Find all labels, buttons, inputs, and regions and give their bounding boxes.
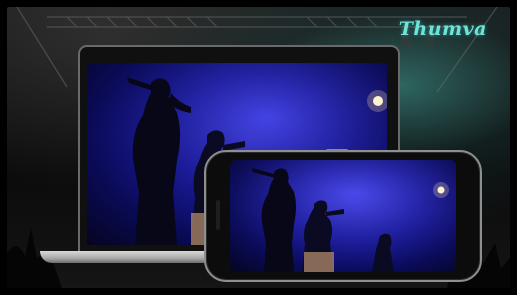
singer-silhouette-icon <box>230 160 456 272</box>
phone-screen <box>230 160 456 272</box>
promo-banner: Thumva <box>0 0 517 295</box>
phone-mockup <box>204 149 482 282</box>
phone-button <box>326 149 348 152</box>
phone-speaker <box>216 200 220 230</box>
thumva-logo: Thumva <box>398 18 487 40</box>
